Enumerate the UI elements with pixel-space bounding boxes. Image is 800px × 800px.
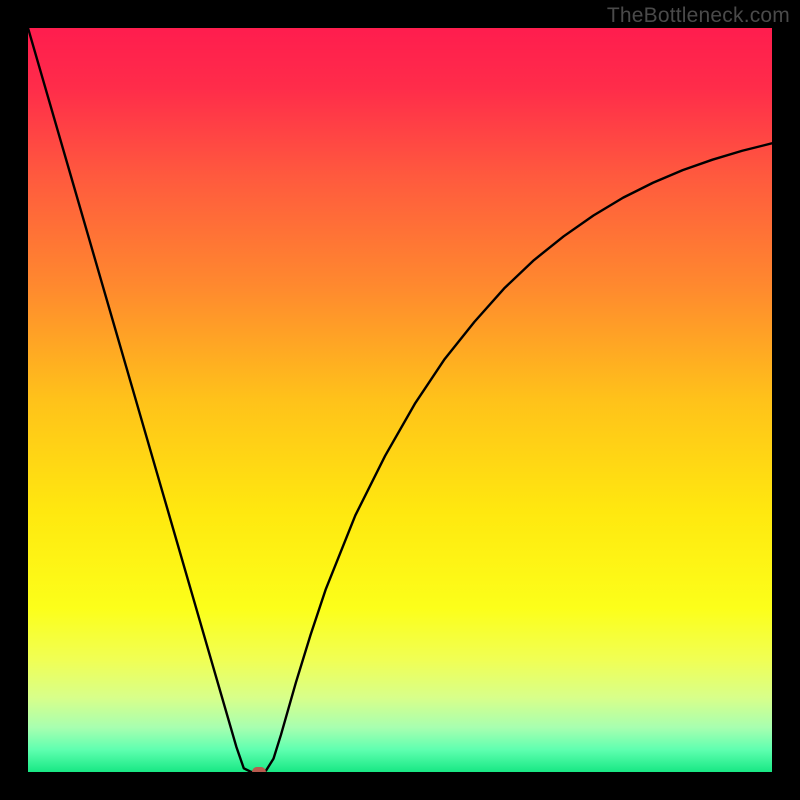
optimal-point-marker (252, 767, 266, 772)
chart-frame: TheBottleneck.com (0, 0, 800, 800)
watermark-text: TheBottleneck.com (607, 4, 790, 28)
bottleneck-curve (28, 28, 772, 772)
plot-area (28, 28, 772, 772)
